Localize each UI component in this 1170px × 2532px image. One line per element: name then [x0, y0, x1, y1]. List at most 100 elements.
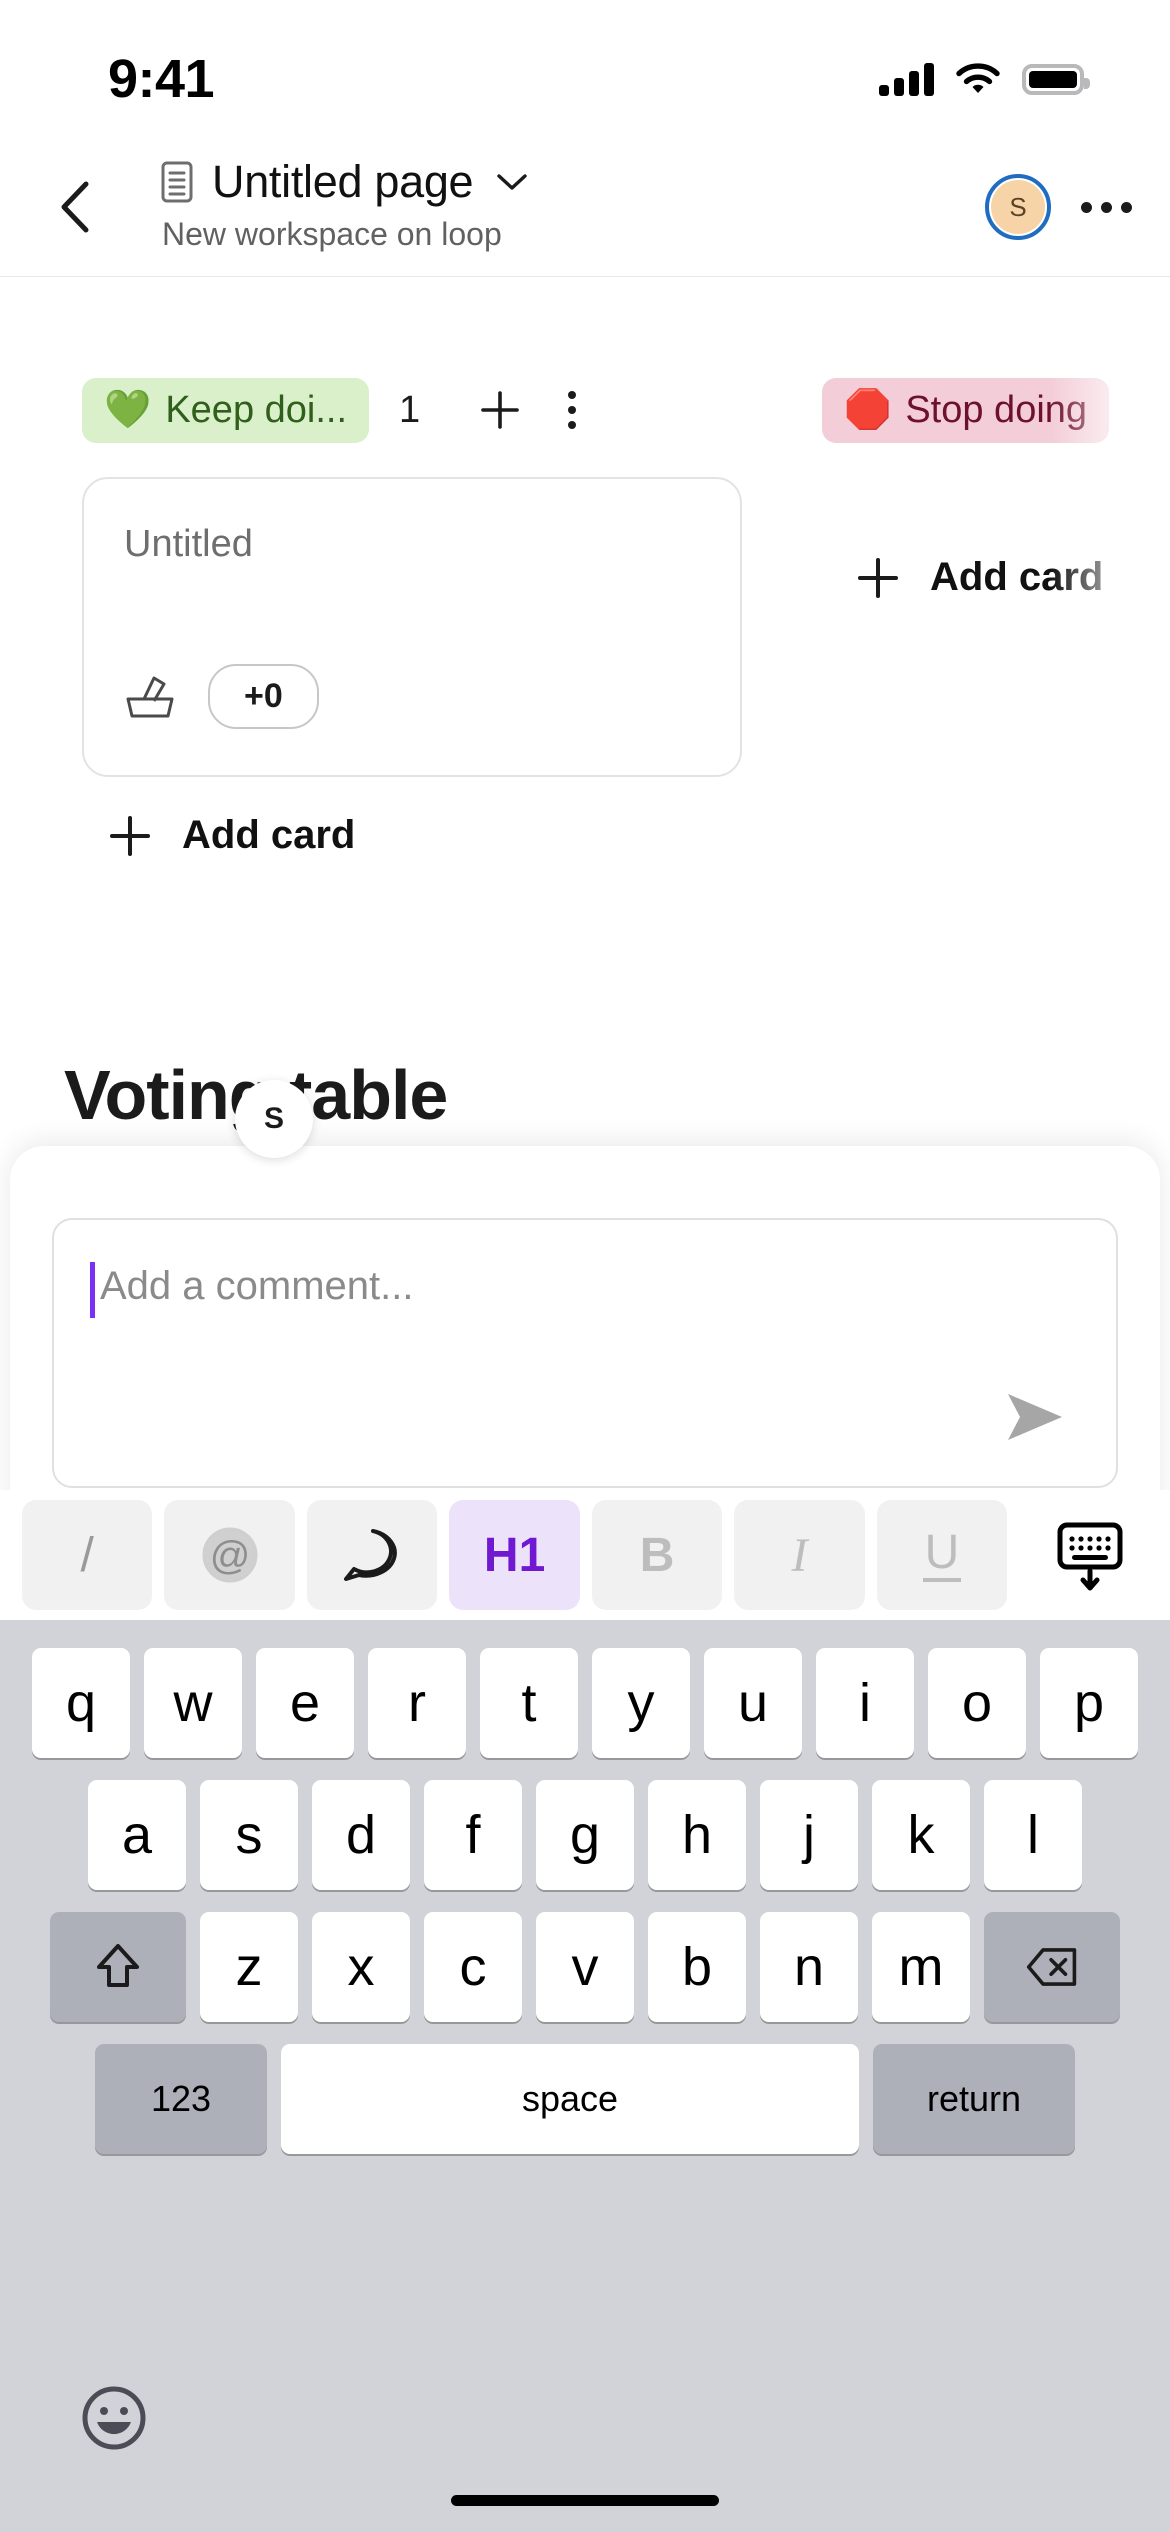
- more-options-icon[interactable]: [1081, 201, 1132, 213]
- ballot-box-icon[interactable]: [124, 675, 176, 719]
- column-title: Stop doing: [905, 388, 1088, 431]
- shift-key[interactable]: [50, 1912, 186, 2022]
- text-caret: [90, 1262, 95, 1318]
- avatar-initial: S: [991, 180, 1045, 234]
- keyboard-row-1: qwertyuiop: [0, 1648, 1170, 1758]
- key-o[interactable]: o: [928, 1648, 1026, 1758]
- shift-icon: [97, 1944, 139, 1987]
- slash-icon: /: [80, 1528, 94, 1582]
- on-screen-keyboard: qwertyuiop asdfghjkl zxcvbnm 123 space r…: [0, 1620, 1170, 2532]
- add-card-button-right[interactable]: Add card: [856, 555, 1170, 600]
- add-card-label: Add card: [182, 813, 356, 857]
- keyboard-row-4: 123 space return: [0, 2044, 1170, 2154]
- plus-icon: [110, 815, 150, 856]
- stop-sign-icon: 🛑: [844, 389, 892, 431]
- key-a[interactable]: a: [88, 1780, 186, 1890]
- numeric-key[interactable]: 123: [95, 2044, 267, 2154]
- document-icon: [161, 161, 193, 203]
- key-j[interactable]: j: [760, 1780, 858, 1890]
- hide-keyboard-button[interactable]: [1031, 1500, 1148, 1610]
- key-y[interactable]: y: [592, 1648, 690, 1758]
- key-n[interactable]: n: [760, 1912, 858, 2022]
- workspace-subtitle: New workspace on loop: [162, 216, 502, 252]
- bold-button[interactable]: B: [591, 1500, 723, 1610]
- vote-count-pill[interactable]: +0: [208, 664, 319, 729]
- key-m[interactable]: m: [872, 1912, 970, 2022]
- key-t[interactable]: t: [480, 1648, 578, 1758]
- battery-icon: [1022, 63, 1090, 95]
- comment-input[interactable]: Add a comment...: [52, 1218, 1118, 1488]
- nav-actions: S: [985, 174, 1132, 240]
- keyboard-row-3: zxcvbnm: [0, 1912, 1170, 2022]
- key-h[interactable]: h: [648, 1780, 746, 1890]
- bold-label: B: [639, 1528, 675, 1582]
- key-q[interactable]: q: [32, 1648, 130, 1758]
- status-bar-time: 9:41: [108, 49, 215, 109]
- comment-placeholder: Add a comment...: [100, 1264, 414, 1308]
- italic-label: I: [791, 1528, 808, 1582]
- emoji-icon[interactable]: [78, 2382, 150, 2454]
- add-card-plus-icon[interactable]: [478, 388, 522, 432]
- page-title-block[interactable]: Untitled page New workspace on loop: [160, 156, 529, 253]
- status-bar-icons: [879, 62, 1090, 96]
- key-b[interactable]: b: [648, 1912, 746, 2022]
- keyboard-row-2: asdfghjkl: [0, 1780, 1170, 1890]
- key-p[interactable]: p: [1040, 1648, 1138, 1758]
- add-card-button-left[interactable]: Add card: [108, 813, 762, 858]
- key-c[interactable]: c: [424, 1912, 522, 2022]
- format-toolbar: / @ H1 B I U: [0, 1490, 1170, 1620]
- column-title: Keep doi...: [165, 388, 348, 431]
- svg-text:@: @: [209, 1534, 250, 1578]
- mention-button[interactable]: @: [164, 1500, 295, 1610]
- h1-label: H1: [483, 1528, 546, 1582]
- phone-screen: 9:41 Untitled page New workspace on loop…: [0, 0, 1170, 2532]
- board-column-keep-doing: 💚 Keep doi... 1 Untitled +0 Add card: [82, 277, 762, 858]
- navigation-bar: Untitled page New workspace on loop S: [0, 140, 1170, 277]
- column-card-count: 1: [399, 388, 421, 431]
- send-icon[interactable]: [1000, 1388, 1070, 1446]
- plus-icon: [858, 557, 898, 598]
- column-menu-icon[interactable]: [568, 391, 577, 429]
- chevron-down-icon[interactable]: [495, 171, 529, 193]
- board-card[interactable]: Untitled +0: [82, 477, 742, 777]
- key-g[interactable]: g: [536, 1780, 634, 1890]
- key-z[interactable]: z: [200, 1912, 298, 2022]
- key-u[interactable]: u: [704, 1648, 802, 1758]
- home-indicator: [451, 2495, 719, 2506]
- keyboard-bottom-bar: [0, 2364, 1170, 2532]
- column-header: 💚 Keep doi... 1: [82, 365, 762, 455]
- key-x[interactable]: x: [312, 1912, 410, 2022]
- key-s[interactable]: s: [200, 1780, 298, 1890]
- comment-button[interactable]: [306, 1500, 438, 1610]
- backspace-key[interactable]: [984, 1912, 1120, 2022]
- column-chip[interactable]: 💚 Keep doi...: [82, 377, 370, 443]
- card-title: Untitled: [124, 523, 253, 565]
- add-card-label: Add card: [930, 555, 1104, 599]
- key-i[interactable]: i: [816, 1648, 914, 1758]
- space-key[interactable]: space: [281, 2044, 859, 2154]
- key-r[interactable]: r: [368, 1648, 466, 1758]
- key-d[interactable]: d: [312, 1780, 410, 1890]
- key-v[interactable]: v: [536, 1912, 634, 2022]
- slash-command-button[interactable]: /: [22, 1500, 153, 1610]
- avatar[interactable]: S: [985, 174, 1051, 240]
- italic-button[interactable]: I: [734, 1500, 865, 1610]
- hide-keyboard-icon: [1057, 1522, 1123, 1591]
- heading-one-button[interactable]: H1: [449, 1500, 580, 1610]
- underline-label: U: [922, 1527, 962, 1583]
- column-chip[interactable]: 🛑 Stop doing: [822, 377, 1110, 443]
- key-f[interactable]: f: [424, 1780, 522, 1890]
- wifi-icon: [956, 63, 1000, 93]
- comment-bubble-icon: [344, 1529, 397, 1581]
- cellular-signal-icon: [879, 62, 934, 96]
- key-w[interactable]: w: [144, 1648, 242, 1758]
- board-area: 💚 Keep doi... 1 Untitled +0 Add card 🛑 S…: [0, 277, 1170, 1157]
- key-l[interactable]: l: [984, 1780, 1082, 1890]
- page-title: Untitled page: [212, 156, 474, 207]
- back-chevron-icon[interactable]: [52, 178, 100, 236]
- return-key[interactable]: return: [873, 2044, 1075, 2154]
- backspace-icon: [1026, 1948, 1077, 1986]
- key-k[interactable]: k: [872, 1780, 970, 1890]
- underline-button[interactable]: U: [876, 1500, 1008, 1610]
- key-e[interactable]: e: [256, 1648, 354, 1758]
